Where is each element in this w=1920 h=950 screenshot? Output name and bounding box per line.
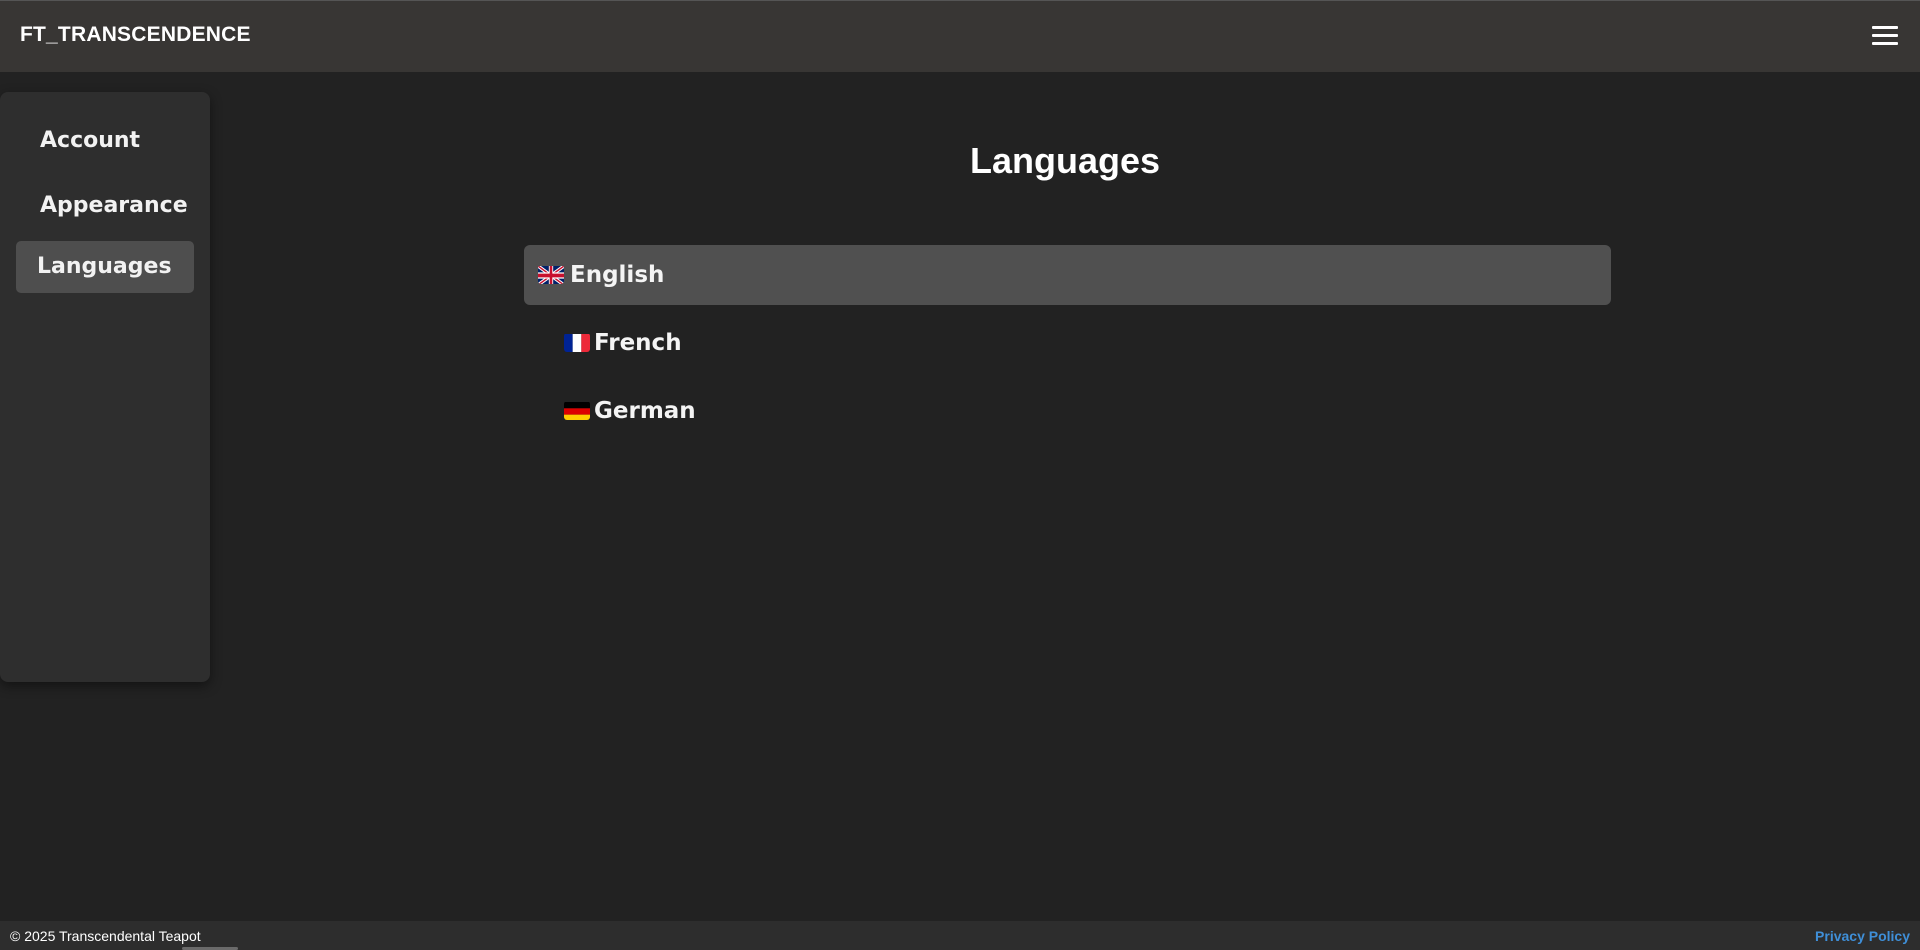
france-flag-icon [564,333,590,352]
language-label: French [594,330,682,356]
page-footer: © 2025 Transcendental Teapot Privacy Pol… [0,921,1920,950]
page-title: Languages [969,140,1161,181]
uk-flag-icon [538,265,564,284]
sidebar-item-languages[interactable]: Languages [16,241,194,293]
app-brand[interactable]: FT_TRANSCENDENCE [20,23,251,47]
language-label: English [570,262,665,288]
language-option-english[interactable]: English [524,245,1611,305]
privacy-policy-link[interactable]: Privacy Policy [1815,928,1910,944]
language-option-german[interactable]: German [524,381,1611,441]
copyright-text: © 2025 Transcendental Teapot [10,928,201,944]
germany-flag-icon [564,401,590,420]
sidebar-item-appearance[interactable]: Appearance [16,180,194,232]
language-option-french[interactable]: French [524,313,1611,373]
top-navbar: FT_TRANSCENDENCE [0,0,1920,72]
language-label: German [594,398,696,424]
hamburger-menu-icon[interactable] [1870,23,1900,49]
